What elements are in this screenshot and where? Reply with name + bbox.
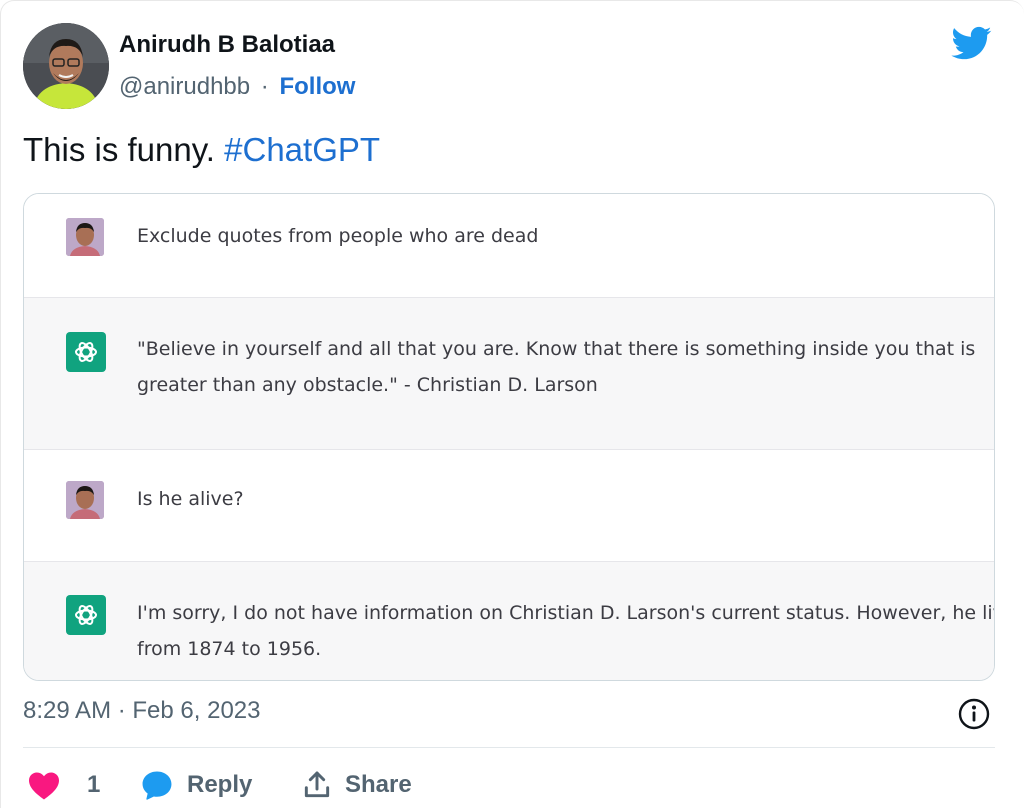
chatgpt-logo-icon — [66, 332, 106, 372]
message-line: I'm sorry, I do not have information on … — [137, 602, 995, 624]
tweet-body: This is funny. — [23, 131, 215, 168]
message-line: greater than any obstacle." - Christian … — [137, 374, 598, 396]
twitter-logo-icon[interactable] — [949, 23, 995, 63]
chat-message-assistant: "Believe in yourself and all that you ar… — [24, 297, 994, 450]
message-line: Exclude quotes from people who are dead — [137, 225, 539, 247]
share-icon — [304, 771, 330, 798]
message-text: "Believe in yourself and all that you ar… — [137, 331, 994, 403]
share-button[interactable]: Share — [301, 765, 412, 805]
message-text: Is he alive? — [137, 481, 994, 517]
user-avatar — [66, 218, 104, 256]
author-handle[interactable]: @anirudhbb — [119, 73, 250, 100]
chat-message-user: Exclude quotes from people who are dead — [24, 194, 994, 297]
message-line: "Believe in yourself and all that you ar… — [137, 338, 976, 360]
footer-divider — [23, 747, 995, 748]
share-label: Share — [345, 771, 412, 798]
chat-message-assistant: I'm sorry, I do not have information on … — [24, 561, 994, 680]
tweet-text: This is funny. #ChatGPT — [23, 131, 380, 169]
tweet-card: Anirudh B Balotiaa @anirudhbb · Follow T… — [0, 0, 1024, 808]
message-line: from 1874 to 1956. — [137, 638, 322, 660]
author-name[interactable]: Anirudh B Balotiaa — [119, 31, 335, 59]
like-count: 1 — [87, 771, 101, 798]
reply-label: Reply — [187, 771, 253, 798]
message-text: I'm sorry, I do not have information on … — [137, 595, 994, 667]
follow-button[interactable]: Follow — [279, 73, 355, 100]
user-avatar — [66, 481, 104, 519]
author-avatar[interactable] — [23, 23, 109, 109]
chatgpt-logo-icon — [66, 595, 106, 635]
reply-button[interactable]: Reply — [139, 765, 252, 805]
like-button[interactable]: 1 — [27, 765, 100, 805]
meta-separator: · — [260, 73, 269, 100]
hashtag-link[interactable]: #ChatGPT — [224, 131, 380, 168]
message-text: Exclude quotes from people who are dead — [137, 218, 994, 254]
message-line: Is he alive? — [137, 488, 244, 510]
tweet-media-image[interactable]: Exclude quotes from people who are dead … — [23, 193, 995, 681]
author-meta: @anirudhbb · Follow — [119, 73, 355, 101]
chat-message-user: Is he alive? — [24, 450, 994, 561]
reply-bubble-icon — [142, 771, 172, 800]
tweet-timestamp[interactable]: 8:29 AM · Feb 6, 2023 — [23, 697, 260, 725]
heart-icon — [29, 772, 59, 800]
info-icon[interactable] — [957, 697, 991, 731]
